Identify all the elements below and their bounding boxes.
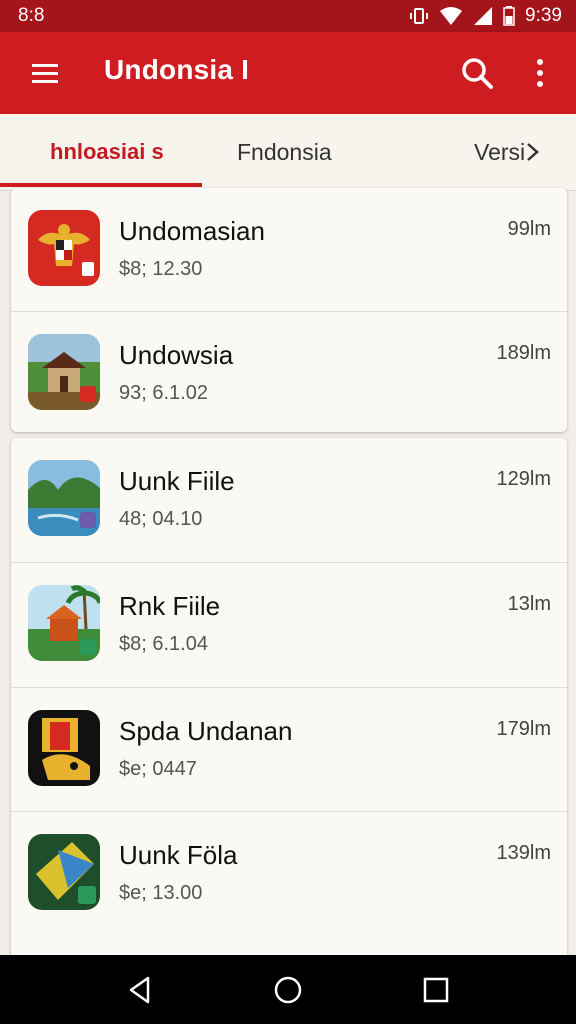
signal-icon bbox=[474, 7, 493, 25]
list-card: Uunk Fiile 48; 04.10 129lm Rnk Fiile $8;… bbox=[11, 438, 567, 968]
tab-bar: hnloasiai s Fndonsia Versi bbox=[0, 114, 576, 191]
list-item[interactable]: Uunk Fiile 48; 04.10 129lm bbox=[11, 438, 567, 563]
search-icon[interactable] bbox=[460, 56, 494, 90]
item-subtitle: 48; 04.10 bbox=[119, 508, 203, 530]
item-size: 99lm bbox=[507, 218, 551, 240]
vibrate-icon bbox=[410, 8, 429, 24]
back-icon[interactable] bbox=[126, 975, 156, 1005]
menu-icon[interactable] bbox=[30, 58, 60, 88]
item-size: 129lm bbox=[496, 468, 551, 490]
chevron-right-icon bbox=[527, 143, 540, 161]
navigation-bar bbox=[0, 955, 576, 1024]
banner-icon bbox=[28, 710, 100, 786]
item-name: Undomasian bbox=[119, 216, 265, 246]
tab-indicator bbox=[0, 183, 202, 187]
battery-icon bbox=[503, 6, 515, 26]
garuda-icon bbox=[28, 210, 100, 286]
list-item[interactable]: Spda Undanan $e; 0447 179lm bbox=[11, 688, 567, 812]
list-item[interactable]: Undomasian $8; 12.30 99lm bbox=[11, 188, 567, 312]
status-left-text: 8:8 bbox=[18, 5, 45, 26]
map-icon bbox=[28, 834, 100, 910]
tab-2[interactable]: Versi bbox=[474, 114, 541, 190]
item-name: Uunk Föla bbox=[119, 840, 238, 870]
tab-0[interactable]: hnloasiai s bbox=[50, 114, 164, 190]
tab-2-label: Versi bbox=[474, 138, 526, 165]
list-item[interactable]: Uunk Föla $e; 13.00 139lm bbox=[11, 812, 567, 936]
item-size: 189lm bbox=[496, 342, 551, 364]
item-subtitle: 93; 6.1.02 bbox=[119, 382, 208, 404]
temple-icon bbox=[28, 585, 100, 661]
list-item[interactable]: Rnk Fiile $8; 6.1.04 13lm bbox=[11, 563, 567, 688]
page-title: Undonsia I bbox=[104, 54, 250, 85]
item-size: 179lm bbox=[496, 718, 551, 740]
house-icon bbox=[28, 334, 100, 410]
item-subtitle: $8; 12.30 bbox=[119, 258, 203, 280]
item-name: Rnk Fiile bbox=[119, 591, 221, 621]
item-name: Spda Undanan bbox=[119, 716, 293, 746]
app-bar: Undonsia I bbox=[0, 32, 576, 114]
item-name: Undowsia bbox=[119, 340, 234, 370]
item-subtitle: $e; 0447 bbox=[119, 758, 197, 780]
status-time: 9:39 bbox=[525, 5, 562, 26]
river-icon bbox=[28, 460, 100, 536]
list-item[interactable]: Undowsia 93; 6.1.02 189lm bbox=[11, 312, 567, 432]
item-subtitle: $e; 13.00 bbox=[119, 882, 203, 904]
more-options-icon[interactable] bbox=[530, 56, 550, 90]
item-subtitle: $8; 6.1.04 bbox=[119, 633, 208, 655]
item-name: Uunk Fiile bbox=[119, 466, 235, 496]
recents-icon[interactable] bbox=[421, 975, 451, 1005]
status-bar: 8:8 9:39 bbox=[0, 0, 576, 32]
item-size: 139lm bbox=[496, 842, 551, 864]
tab-1[interactable]: Fndonsia bbox=[237, 114, 332, 190]
wifi-icon bbox=[440, 7, 463, 25]
home-icon[interactable] bbox=[273, 975, 303, 1005]
item-size: 13lm bbox=[507, 593, 551, 615]
list-card: Undomasian $8; 12.30 99lm Undowsia 93; 6… bbox=[11, 188, 567, 432]
